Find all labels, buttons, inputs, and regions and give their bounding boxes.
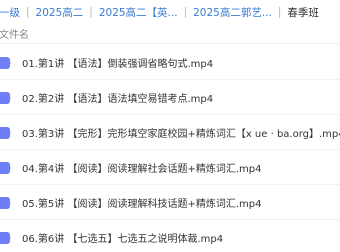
breadcrumb-separator: | — [277, 6, 282, 18]
breadcrumb-item-spring-class: 春季班 — [287, 6, 319, 19]
breadcrumb-item-teacher[interactable]: 2025高二郭艺... — [193, 5, 272, 20]
column-header-filename[interactable]: 文件名 — [0, 26, 29, 41]
breadcrumb-separator: | — [89, 6, 93, 18]
breadcrumb-separator: | — [26, 6, 30, 18]
video-file-icon — [0, 56, 11, 69]
breadcrumb-item-2025-grade2[interactable]: 2025高二 — [36, 5, 84, 20]
file-row[interactable]: 01.第1讲 【语法】倒装强调省略句式.mp4 — [0, 46, 340, 80]
file-row[interactable]: 06.第6讲 【七选五】七选五之说明体裁.mp4 — [0, 221, 340, 252]
file-row[interactable]: 05.第5讲 【阅读】阅读理解科技话题+精炼词汇.mp4 — [0, 186, 340, 220]
file-name[interactable]: 01.第1讲 【语法】倒装强调省略句式.mp4 — [22, 55, 213, 70]
file-list-header: 文件名 — [0, 24, 340, 44]
file-name[interactable]: 02.第2讲 【语法】语法填空易错考点.mp4 — [22, 90, 213, 105]
file-name[interactable]: 06.第6讲 【七选五】七选五之说明体裁.mp4 — [22, 230, 223, 245]
file-name[interactable]: 05.第5讲 【阅读】阅读理解科技话题+精炼词汇.mp4 — [22, 195, 261, 210]
file-row[interactable]: 04.第4讲 【阅读】阅读理解社会话题+精炼词汇.mp4 — [0, 151, 340, 185]
breadcrumb: 一级 | 2025高二 | 2025高二【英... | 2025高二郭艺... … — [0, 0, 340, 24]
breadcrumb-item-english[interactable]: 2025高二【英... — [99, 5, 178, 20]
video-file-icon — [0, 91, 11, 104]
file-row[interactable]: 03.第3讲 【完形】完形填空家庭校园+精炼词汇【x ue · ba.org】.… — [0, 116, 340, 150]
file-row[interactable]: 02.第2讲 【语法】语法填空易错考点.mp4 — [0, 81, 340, 115]
video-file-icon — [0, 161, 11, 174]
video-file-icon — [0, 196, 11, 209]
video-file-icon — [0, 231, 11, 244]
breadcrumb-item-level1[interactable]: 一级 — [0, 5, 20, 20]
file-name[interactable]: 03.第3讲 【完形】完形填空家庭校园+精炼词汇【x ue · ba.org】.… — [22, 125, 340, 140]
breadcrumb-separator: | — [183, 6, 188, 18]
file-name[interactable]: 04.第4讲 【阅读】阅读理解社会话题+精炼词汇.mp4 — [22, 160, 261, 175]
video-file-icon — [0, 126, 11, 139]
